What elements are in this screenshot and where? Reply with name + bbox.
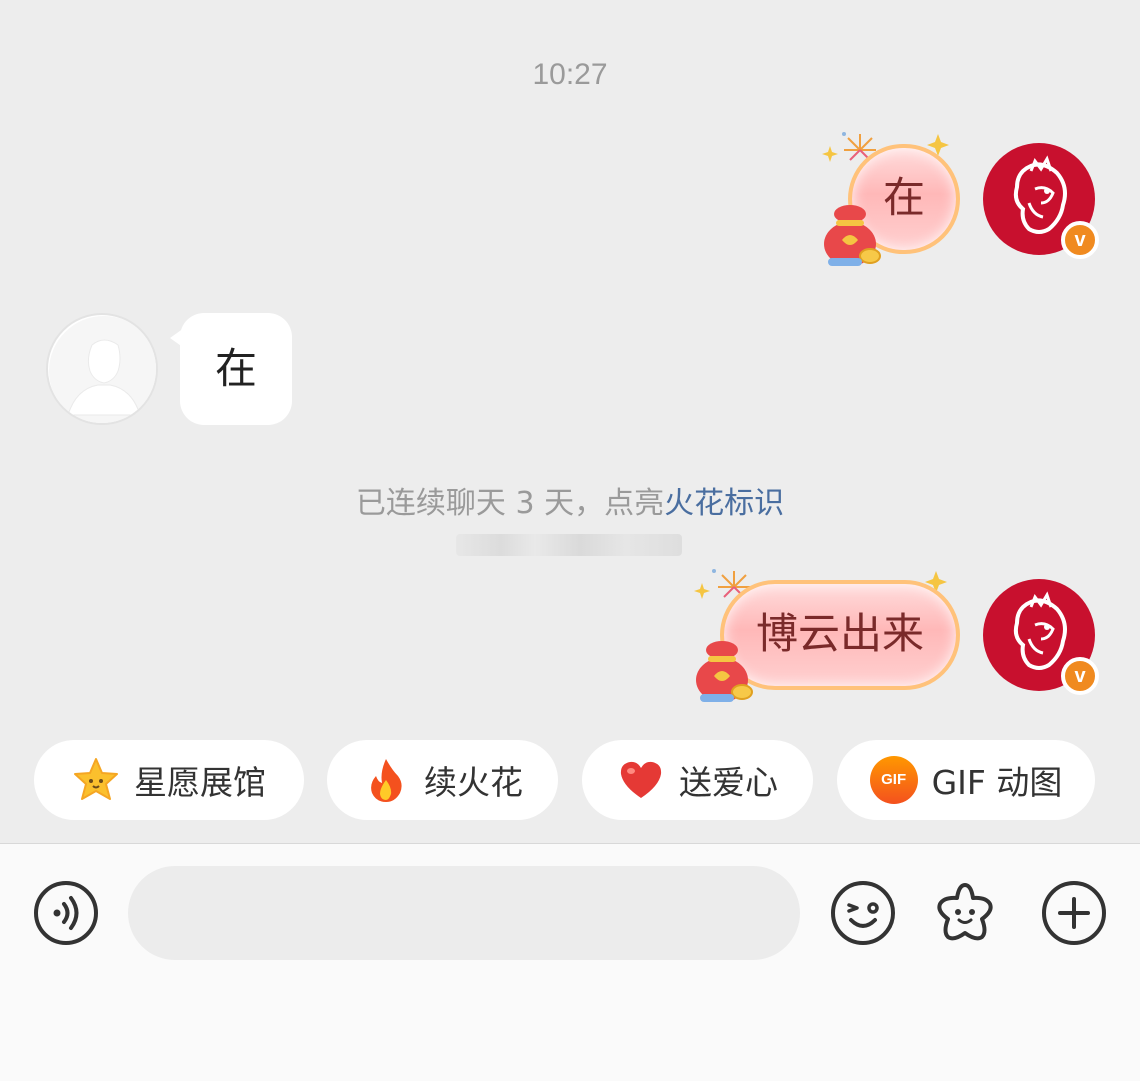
chip-label: 续火花 xyxy=(424,763,523,802)
message-text: 在 xyxy=(214,344,257,393)
quick-action-renew-spark[interactable]: 续火花 xyxy=(327,740,558,820)
message-timestamp: 10:27 xyxy=(532,58,608,91)
verified-badge: v xyxy=(1061,221,1099,259)
chip-label: 送爱心 xyxy=(679,763,778,802)
voice-icon[interactable] xyxy=(33,880,99,946)
message-text: 博云出来 xyxy=(755,609,924,658)
contact-avatar[interactable] xyxy=(46,313,158,425)
my-avatar[interactable]: v xyxy=(983,143,1099,259)
default-user-icon xyxy=(49,316,156,423)
lucky-bag-icon xyxy=(696,641,753,702)
chip-label: GIF 动图 xyxy=(931,763,1063,802)
plus-icon[interactable] xyxy=(1041,880,1107,946)
message-bubble-sent[interactable]: 博云出来 xyxy=(720,580,960,690)
flame-icon xyxy=(371,759,402,802)
spark-badge-link[interactable]: 火花标识 xyxy=(664,486,784,521)
quick-action-gif[interactable]: GIF GIF 动图 xyxy=(837,740,1095,820)
chat-area: 10:27 在 v 在 已连续聊天 3 天，点亮火花标识 博云出来 v 星愿展馆… xyxy=(0,0,1140,843)
message-bubble-received[interactable]: 在 xyxy=(180,313,292,425)
star-icon xyxy=(74,758,118,800)
message-input[interactable] xyxy=(128,866,800,960)
spark-streak-notice: 已连续聊天 3 天，点亮火花标识 xyxy=(0,478,1140,522)
lucky-bag-icon xyxy=(824,205,881,266)
my-avatar[interactable]: v xyxy=(983,579,1099,695)
quick-action-star-gallery[interactable]: 星愿展馆 xyxy=(34,740,304,820)
heart-icon xyxy=(620,761,662,798)
spark-notice-text: 已连续聊天 3 天，点亮 xyxy=(355,486,665,521)
blurred-content xyxy=(456,534,682,556)
chip-label: 星愿展馆 xyxy=(134,763,266,802)
input-bar xyxy=(0,843,1140,1081)
emoji-icon[interactable] xyxy=(830,880,896,946)
sticker-icon[interactable] xyxy=(932,880,998,946)
message-text: 在 xyxy=(882,173,925,222)
verified-badge: v xyxy=(1061,657,1099,695)
gif-icon: GIF xyxy=(869,756,918,804)
quick-action-send-heart[interactable]: 送爱心 xyxy=(582,740,813,820)
